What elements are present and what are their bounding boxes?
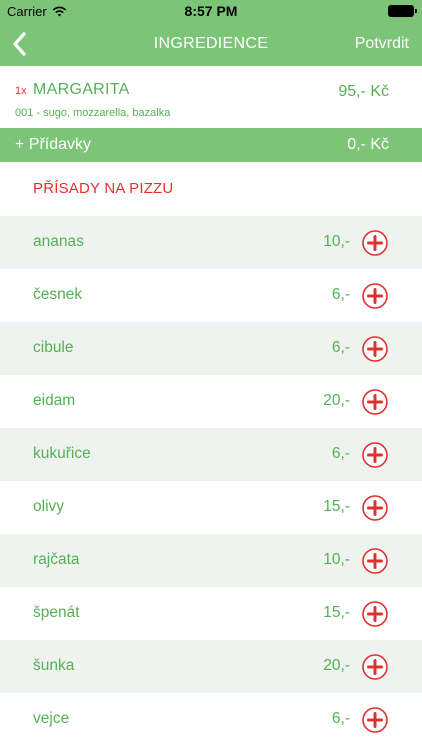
- ingredient-name: eidam: [33, 392, 76, 409]
- ingredient-price: 6,-: [331, 710, 350, 727]
- ingredient-price: 6,-: [331, 445, 350, 462]
- add-icon[interactable]: [362, 548, 388, 574]
- item-quantity: 1x: [15, 85, 27, 97]
- ingredient-name: rajčata: [33, 551, 80, 568]
- confirm-button[interactable]: Potvrdit: [355, 35, 409, 53]
- add-icon[interactable]: [362, 230, 388, 256]
- item-price: 95,- Kč: [338, 83, 389, 100]
- ingredient-price: 20,-: [323, 657, 350, 674]
- section-title: PŘÍSADY NA PIZZU: [33, 180, 174, 197]
- ingredient-row: česnek 6,-: [0, 269, 422, 322]
- ingredient-row: špenát 15,-: [0, 587, 422, 640]
- add-icon[interactable]: [362, 283, 388, 309]
- ingredient-price: 6,-: [331, 339, 350, 356]
- ingredient-price: 6,-: [331, 286, 350, 303]
- ingredient-name: cibule: [33, 339, 74, 356]
- status-bar: Carrier 8:57 PM: [0, 0, 422, 24]
- add-icon[interactable]: [362, 707, 388, 733]
- add-icon[interactable]: [362, 442, 388, 468]
- ingredient-price: 10,-: [323, 233, 350, 250]
- add-icon[interactable]: [362, 336, 388, 362]
- ingredient-name: olivy: [33, 498, 65, 515]
- battery-icon: [388, 5, 417, 17]
- ingredient-row: olivy 15,-: [0, 481, 422, 534]
- ingredient-row: vejce 6,-: [0, 693, 422, 746]
- ingredient-name: šunka: [33, 657, 75, 674]
- status-time: 8:57 PM: [184, 3, 238, 19]
- ingredient-name: špenát: [33, 604, 80, 621]
- ingredient-price: 15,-: [323, 604, 350, 621]
- ingredient-name: kukuřice: [33, 445, 91, 462]
- extras-label: + Přídavky: [15, 136, 92, 153]
- ingredient-list: ananas 10,- česnek 6,- cibule 6,- eidam …: [0, 216, 422, 746]
- add-icon[interactable]: [362, 601, 388, 627]
- top-bar: Carrier 8:57 PM INGREDIENCE Potvrdit: [0, 0, 422, 66]
- ingredient-name: vejce: [33, 710, 70, 727]
- ingredient-price: 20,-: [323, 392, 350, 409]
- ingredient-row: ananas 10,-: [0, 216, 422, 269]
- ingredient-name: česnek: [33, 286, 83, 303]
- navigation-bar: INGREDIENCE Potvrdit: [0, 24, 422, 66]
- item-description: 001 - sugo, mozzarella, bazalka: [15, 107, 171, 119]
- ingredient-price: 10,-: [323, 551, 350, 568]
- add-icon[interactable]: [362, 389, 388, 415]
- order-item: 1x MARGARITA 001 - sugo, mozzarella, baz…: [0, 66, 422, 128]
- ingredient-row: kukuřice 6,-: [0, 428, 422, 481]
- item-name: MARGARITA: [33, 81, 130, 98]
- extras-bar[interactable]: + Přídavky 0,- Kč: [0, 128, 422, 162]
- ingredient-price: 15,-: [323, 498, 350, 515]
- add-icon[interactable]: [362, 654, 388, 680]
- add-icon[interactable]: [362, 495, 388, 521]
- ingredient-row: šunka 20,-: [0, 640, 422, 693]
- extras-price: 0,- Kč: [347, 136, 389, 153]
- ingredient-row: rajčata 10,-: [0, 534, 422, 587]
- ingredient-row: eidam 20,-: [0, 375, 422, 428]
- ingredient-name: ananas: [33, 233, 84, 250]
- ingredient-row: cibule 6,-: [0, 322, 422, 375]
